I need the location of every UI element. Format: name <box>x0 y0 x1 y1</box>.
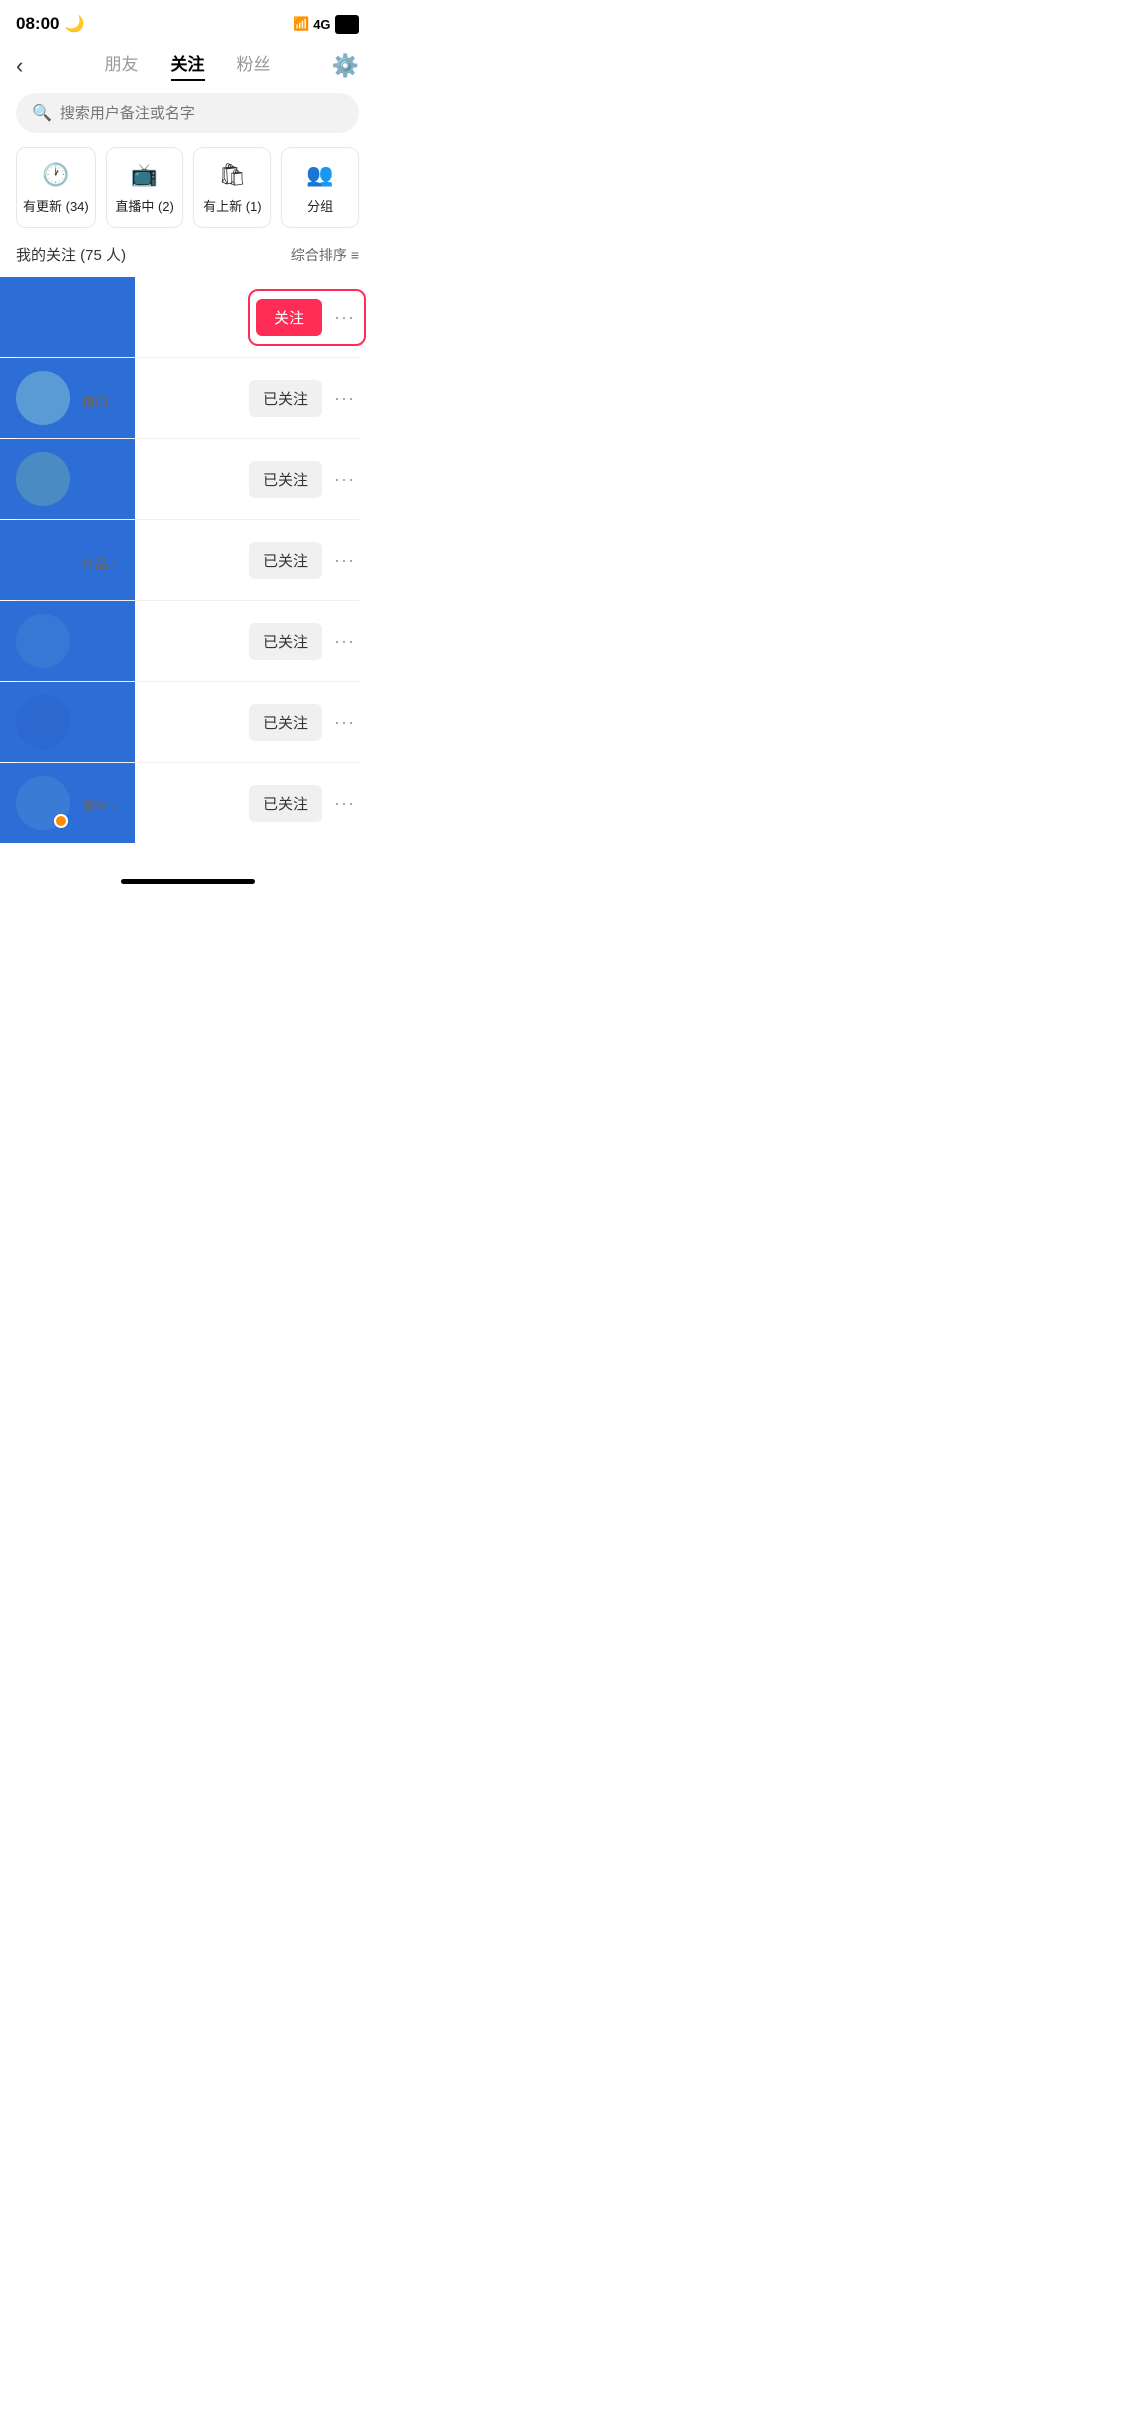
follow-button[interactable]: 关注 <box>256 299 322 336</box>
status-icons: 📶 4G 95 <box>293 15 359 34</box>
filter-updates-label: 有更新 (34) <box>23 196 89 215</box>
item-wrapper-7: 厨窗 › 已关注 ··· <box>0 763 375 843</box>
tab-friends[interactable]: 朋友 <box>105 50 139 81</box>
user-info <box>82 477 249 481</box>
avatar <box>16 290 70 344</box>
filter-card-live[interactable]: 📺 直播中 (2) <box>106 147 184 228</box>
network-label: 4G <box>313 17 330 32</box>
search-bar[interactable]: 🔍 <box>16 93 359 133</box>
section-header: 我的关注 (75 人) 综合排序 ≡ <box>0 244 375 277</box>
user-sub[interactable]: 播间... <box>82 391 249 410</box>
tab-following[interactable]: 关注 <box>171 50 205 81</box>
group-icon: 👥 <box>306 162 333 188</box>
avatar <box>16 371 70 425</box>
item-wrapper-5: 已关注 ··· <box>0 601 375 681</box>
user-sub[interactable]: 厨窗 › <box>82 796 249 815</box>
more-button[interactable]: ··· <box>330 627 359 656</box>
more-button[interactable]: ··· <box>330 303 359 332</box>
home-indicator <box>121 879 255 884</box>
user-info: 作品 › <box>82 549 249 572</box>
filter-card-new[interactable]: 🛍 有上新 (1) <box>193 147 271 228</box>
search-input[interactable] <box>60 105 343 122</box>
list-item: 已关注 ··· <box>0 439 375 519</box>
user-info <box>82 720 249 724</box>
shop-icon: 🛍 <box>218 162 246 188</box>
tab-fans[interactable]: 粉丝 <box>237 50 271 81</box>
filter-live-label: 直播中 (2) <box>115 196 174 215</box>
avatar <box>16 614 70 668</box>
clock-icon: 🕐 <box>42 162 69 188</box>
item-wrapper-4: 作品 › 已关注 ··· <box>0 520 375 600</box>
user-info: 作品 › <box>82 306 256 329</box>
avatar <box>16 533 70 587</box>
user-info <box>82 639 249 643</box>
avatar <box>16 452 70 506</box>
sort-icon: ≡ <box>351 247 359 263</box>
item-wrapper-6: 已关注 ··· <box>0 682 375 762</box>
filter-new-label: 有上新 (1) <box>203 196 262 215</box>
more-button[interactable]: ··· <box>330 465 359 494</box>
moon-icon: 🌙 <box>64 14 84 34</box>
list-item: 已关注 ··· <box>0 601 375 681</box>
following-button[interactable]: 已关注 <box>249 704 322 741</box>
signal-icon: 📶 <box>293 16 309 32</box>
action-area: 已关注 ··· <box>249 461 359 498</box>
action-area: 已关注 ··· <box>249 380 359 417</box>
action-area: 已关注 ··· <box>249 542 359 579</box>
home-indicator-wrap <box>0 843 375 900</box>
avatar-wrapper <box>16 776 70 830</box>
following-button[interactable]: 已关注 <box>249 380 322 417</box>
item-wrapper-3: 已关注 ··· <box>0 439 375 519</box>
list-item: 作品 › 已关注 ··· <box>0 520 375 600</box>
section-title: 我的关注 (75 人) <box>16 244 126 265</box>
settings-button[interactable]: ⚙️ <box>327 53 359 79</box>
item-wrapper-2: 播间... 已关注 ··· <box>0 358 375 438</box>
action-area: 关注 ··· <box>256 299 359 336</box>
filter-groups-label: 分组 <box>307 196 333 215</box>
following-button[interactable]: 已关注 <box>249 542 322 579</box>
filter-card-updates[interactable]: 🕐 有更新 (34) <box>16 147 96 228</box>
action-area: 已关注 ··· <box>249 785 359 822</box>
list-item: 厨窗 › 已关注 ··· <box>0 763 375 843</box>
user-info: 播间... <box>82 387 249 410</box>
search-icon: 🔍 <box>32 103 52 123</box>
list-item: 作品 › 关注 ··· <box>0 277 375 357</box>
action-area: 已关注 ··· <box>249 704 359 741</box>
filter-card-groups[interactable]: 👥 分组 <box>281 147 359 228</box>
nav-bar: ‹ 朋友 关注 粉丝 ⚙️ <box>0 42 375 93</box>
filter-cards: 🕐 有更新 (34) 📺 直播中 (2) 🛍 有上新 (1) 👥 分组 <box>0 147 375 244</box>
sort-label: 综合排序 <box>291 245 347 265</box>
first-item-wrapper: 作品 › 关注 ··· <box>0 277 375 357</box>
following-button[interactable]: 已关注 <box>249 623 322 660</box>
sort-button[interactable]: 综合排序 ≡ <box>291 245 359 265</box>
list-item: 已关注 ··· <box>0 682 375 762</box>
nav-tabs: 朋友 关注 粉丝 <box>48 50 327 81</box>
more-button[interactable]: ··· <box>330 789 359 818</box>
user-sub[interactable]: 作品 › <box>82 553 249 572</box>
highlight-wrapper: 关注 <box>256 299 322 336</box>
avatar <box>16 695 70 749</box>
live-indicator <box>54 814 68 828</box>
following-button[interactable]: 已关注 <box>249 461 322 498</box>
more-button[interactable]: ··· <box>330 546 359 575</box>
more-button[interactable]: ··· <box>330 708 359 737</box>
tv-icon: 📺 <box>131 162 158 188</box>
status-bar: 08:00 🌙 📶 4G 95 <box>0 0 375 42</box>
status-time: 08:00 <box>16 14 59 34</box>
user-sub[interactable]: 作品 › <box>82 310 256 329</box>
following-button[interactable]: 已关注 <box>249 785 322 822</box>
follow-list: 作品 › 关注 ··· 播间... 已关注 ··· <box>0 277 375 843</box>
action-area: 已关注 ··· <box>249 623 359 660</box>
more-button[interactable]: ··· <box>330 384 359 413</box>
user-info: 厨窗 › <box>82 792 249 815</box>
battery-icon: 95 <box>335 15 359 34</box>
back-button[interactable]: ‹ <box>16 53 48 79</box>
list-item: 播间... 已关注 ··· <box>0 358 375 438</box>
